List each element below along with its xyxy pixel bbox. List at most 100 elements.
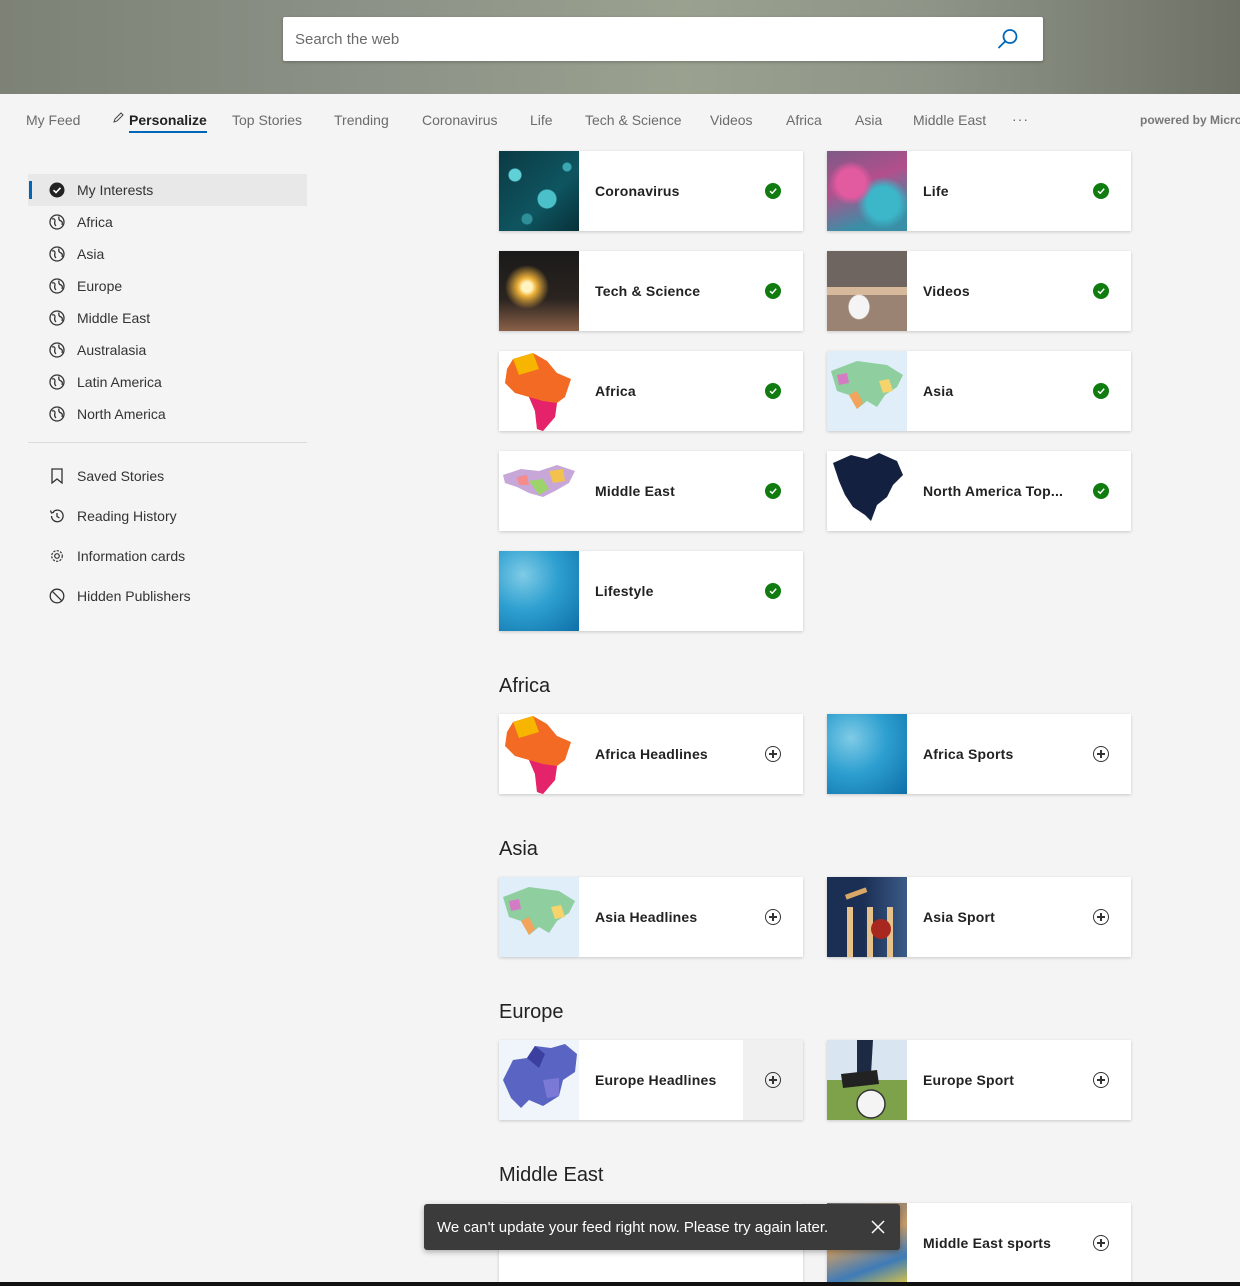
followed-toggle[interactable] (1071, 451, 1131, 531)
card-label: Middle East sports (923, 1235, 1052, 1251)
asia-map-image (499, 877, 579, 957)
globe-icon (48, 310, 65, 327)
sidebar-item-label: Middle East (77, 310, 151, 326)
sidebar-item-information-cards[interactable]: Information cards (28, 536, 307, 576)
tab-asia[interactable]: Asia (855, 112, 882, 128)
check-circle-icon (1093, 283, 1109, 299)
sidebar-item-north-america[interactable]: North America (28, 398, 307, 430)
topic-card-asia-sport[interactable]: Asia Sport (827, 877, 1131, 957)
cricket-image (827, 877, 907, 957)
sidebar-item-label: North America (77, 406, 166, 422)
sidebar-item-reading-history[interactable]: Reading History (28, 496, 307, 536)
tab-middle-east[interactable]: Middle East (913, 112, 986, 128)
followed-toggle[interactable] (1071, 251, 1131, 331)
block-icon (48, 588, 65, 605)
section-title-africa: Africa (499, 675, 551, 697)
globe-icon (48, 214, 65, 231)
sidebar-item-asia[interactable]: Asia (28, 238, 307, 270)
sidebar-item-africa[interactable]: Africa (28, 206, 307, 238)
asia-map-image (827, 351, 907, 431)
sidebar-item-australasia[interactable]: Australasia (28, 334, 307, 366)
globe-icon (48, 374, 65, 391)
followed-toggle[interactable] (1071, 151, 1131, 231)
add-button[interactable] (743, 877, 803, 957)
card-label: Life (923, 183, 949, 199)
interest-card-north-america[interactable]: North America Top... (827, 451, 1131, 531)
add-button[interactable] (743, 714, 803, 794)
more-icon[interactable]: ··· (1012, 111, 1029, 127)
section-title-asia: Asia (499, 838, 538, 860)
interest-card-coronavirus[interactable]: Coronavirus (499, 151, 803, 231)
followed-toggle[interactable] (743, 251, 803, 331)
globe-icon (48, 406, 65, 423)
followed-toggle[interactable] (1071, 351, 1131, 431)
gear-icon (48, 548, 65, 565)
check-circle-icon (765, 283, 781, 299)
globe-icon (48, 246, 65, 263)
plus-circle-icon (765, 909, 781, 925)
interest-card-asia[interactable]: Asia (827, 351, 1131, 431)
close-icon[interactable] (870, 1219, 886, 1235)
plus-circle-icon (765, 746, 781, 762)
card-label: Coronavirus (595, 183, 680, 199)
tab-life[interactable]: Life (530, 112, 553, 128)
tab-videos[interactable]: Videos (710, 112, 753, 128)
africa-map-image (499, 351, 579, 431)
tab-coronavirus[interactable]: Coronavirus (422, 112, 497, 128)
interest-card-africa[interactable]: Africa (499, 351, 803, 431)
sidebar-item-label: Europe (77, 278, 123, 294)
add-button[interactable] (1071, 1203, 1131, 1283)
tab-africa[interactable]: Africa (786, 112, 822, 128)
card-label: North America Top... (923, 483, 1064, 499)
sidebar-item-my-interests[interactable]: My Interests (28, 174, 307, 206)
interest-card-life[interactable]: Life (827, 151, 1131, 231)
followed-toggle[interactable] (743, 151, 803, 231)
card-label: Videos (923, 283, 970, 299)
tab-my-feed[interactable]: My Feed (26, 112, 80, 128)
search-box[interactable] (283, 17, 1043, 61)
sidebar-item-saved-stories[interactable]: Saved Stories (28, 456, 307, 496)
sidebar-item-hidden-publishers[interactable]: Hidden Publishers (28, 576, 307, 616)
search-input[interactable] (283, 17, 983, 61)
interest-card-tech-science[interactable]: Tech & Science (499, 251, 803, 331)
card-label: Tech & Science (595, 283, 701, 299)
interest-card-lifestyle[interactable]: Lifestyle (499, 551, 803, 631)
error-toast: We can't update your feed right now. Ple… (424, 1204, 900, 1250)
followed-toggle[interactable] (743, 351, 803, 431)
search-icon[interactable] (996, 27, 1020, 51)
card-label: Lifestyle (595, 583, 654, 599)
section-title-europe: Europe (499, 1001, 564, 1023)
topic-card-africa-sports[interactable]: Africa Sports (827, 714, 1131, 794)
topic-card-europe-sport[interactable]: Europe Sport (827, 1040, 1131, 1120)
tab-personalize[interactable]: Personalize (129, 112, 207, 133)
sidebar-item-label: Australasia (77, 342, 147, 358)
add-button[interactable] (1071, 877, 1131, 957)
interest-card-videos[interactable]: Videos (827, 251, 1131, 331)
sidebar-item-europe[interactable]: Europe (28, 270, 307, 302)
tab-trending[interactable]: Trending (334, 112, 389, 128)
add-button[interactable] (1071, 1040, 1131, 1120)
followed-toggle[interactable] (743, 551, 803, 631)
sidebar-item-latin-america[interactable]: Latin America (28, 366, 307, 398)
add-button[interactable] (743, 1040, 803, 1120)
abstract-face-image (827, 151, 907, 231)
topic-card-asia-headlines[interactable]: Asia Headlines (499, 877, 803, 957)
globe-icon (48, 342, 65, 359)
card-label: Africa Sports (923, 746, 1014, 762)
window-bottom-edge (0, 1282, 1240, 1286)
interest-card-middle-east[interactable]: Middle East (499, 451, 803, 531)
followed-toggle[interactable] (743, 451, 803, 531)
africa-map-image (499, 714, 579, 794)
card-label: Asia Headlines (595, 909, 698, 925)
section-title-middle-east: Middle East (499, 1164, 604, 1186)
card-label: Africa (595, 383, 636, 399)
north-america-map-image (827, 451, 907, 531)
topic-card-africa-headlines[interactable]: Africa Headlines (499, 714, 803, 794)
sidebar-item-middle-east[interactable]: Middle East (28, 302, 307, 334)
sidebar-item-label: Saved Stories (77, 468, 165, 484)
topic-card-europe-headlines[interactable]: Europe Headlines (499, 1040, 803, 1120)
tab-top-stories[interactable]: Top Stories (232, 112, 302, 128)
add-button[interactable] (1071, 714, 1131, 794)
tab-tech-science[interactable]: Tech & Science (585, 112, 682, 128)
middle-east-map-image (499, 451, 579, 531)
